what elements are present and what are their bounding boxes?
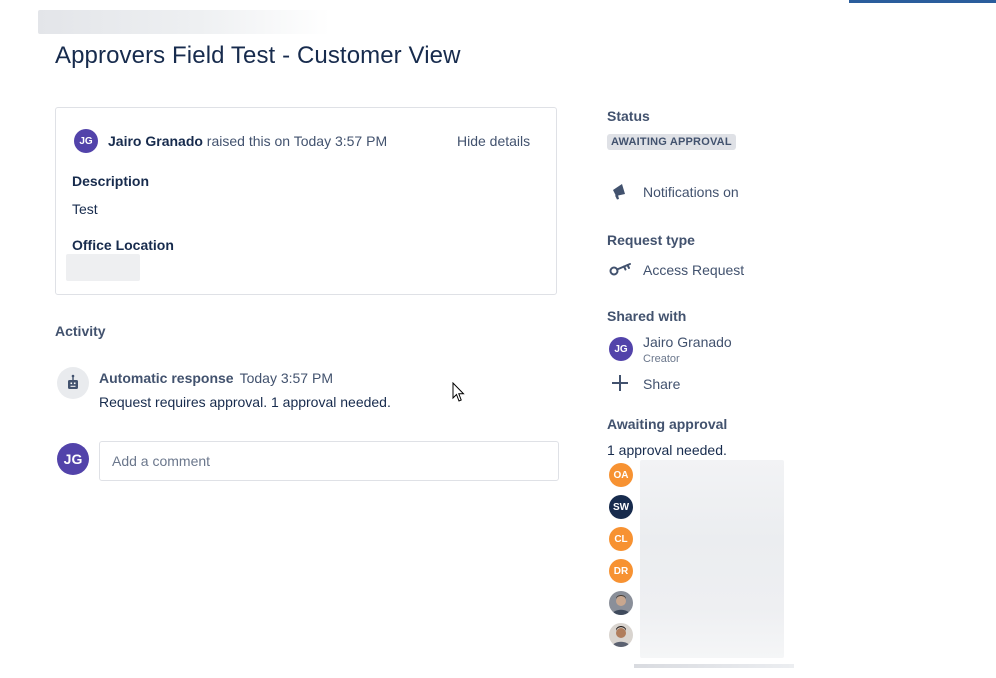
approver-avatar: DR bbox=[609, 559, 633, 583]
megaphone-icon bbox=[613, 184, 625, 200]
approval-needed-text: 1 approval needed. bbox=[607, 442, 727, 458]
office-location-redacted bbox=[66, 254, 140, 281]
approver-avatar: SW bbox=[609, 495, 633, 519]
description-value: Test bbox=[72, 201, 98, 217]
status-label: Status bbox=[607, 108, 650, 124]
approver-photo-avatar bbox=[609, 623, 633, 647]
activity-time: Today 3:57 PM bbox=[239, 370, 333, 386]
approver-photo-avatar bbox=[609, 591, 633, 615]
raised-info: Jairo Granado raised this on Today 3:57 … bbox=[108, 133, 387, 149]
comment-input[interactable] bbox=[99, 441, 559, 481]
request-type-value: Access Request bbox=[643, 262, 745, 278]
shared-user-name: Jairo Granado bbox=[643, 334, 732, 350]
key-icon bbox=[609, 263, 631, 276]
activity-author: Automatic response bbox=[99, 370, 234, 386]
awaiting-approval-label: Awaiting approval bbox=[607, 416, 728, 432]
reporter-name: Jairo Granado bbox=[108, 133, 203, 149]
redacted-breadcrumb bbox=[38, 10, 330, 34]
description-label: Description bbox=[72, 173, 150, 189]
robot-icon bbox=[57, 367, 89, 399]
comment-avatar: JG bbox=[57, 443, 89, 475]
approver-avatar: OA bbox=[609, 463, 633, 487]
approver-names-redacted bbox=[640, 460, 784, 658]
customer-portal-page: Approvers Field Test - Customer View JG … bbox=[0, 0, 996, 678]
status-badge: AWAITING APPROVAL bbox=[607, 134, 736, 150]
shared-with-label: Shared with bbox=[607, 308, 687, 324]
shared-user-role: Creator bbox=[643, 353, 680, 365]
activity-heading: Activity bbox=[55, 323, 106, 339]
top-accent-bar bbox=[849, 0, 996, 3]
shared-user-avatar: JG bbox=[609, 337, 633, 361]
hide-details-link[interactable]: Hide details bbox=[457, 133, 530, 149]
share-button[interactable]: Share bbox=[643, 376, 680, 392]
notifications-toggle[interactable]: Notifications on bbox=[643, 184, 739, 200]
office-location-label: Office Location bbox=[72, 237, 174, 253]
mouse-cursor-icon bbox=[452, 382, 465, 402]
request-type-label: Request type bbox=[607, 232, 695, 248]
raised-text: raised this on Today 3:57 PM bbox=[202, 133, 388, 149]
page-title: Approvers Field Test - Customer View bbox=[55, 42, 461, 69]
reporter-avatar: JG bbox=[74, 129, 98, 153]
activity-entry-header: Automatic response Today 3:57 PM bbox=[99, 370, 333, 386]
activity-message: Request requires approval. 1 approval ne… bbox=[99, 394, 391, 410]
plus-icon[interactable] bbox=[611, 374, 629, 392]
redacted-divider bbox=[634, 664, 794, 668]
request-details-card: JG Jairo Granado raised this on Today 3:… bbox=[55, 107, 557, 295]
approver-avatar: CL bbox=[609, 527, 633, 551]
